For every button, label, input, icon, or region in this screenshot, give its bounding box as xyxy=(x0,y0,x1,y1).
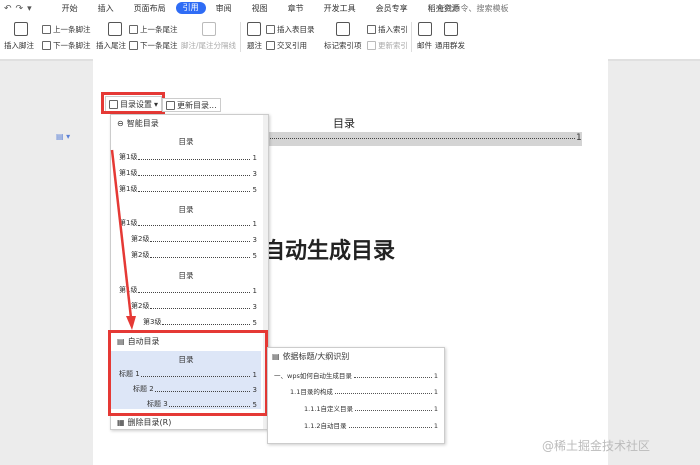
caption-button[interactable]: 题注 xyxy=(247,40,262,51)
quick-access-toolbar: ↶ ↷ ▾ xyxy=(0,4,32,14)
dropdown-arrow-icon[interactable]: ▾ xyxy=(27,4,32,14)
caption-icon xyxy=(247,22,261,36)
toc-entry: 第1级 5 xyxy=(119,185,257,194)
paragraph-marker-icon[interactable]: ▤ ▾ xyxy=(56,132,70,141)
smart-toc-section: ⊖ 智能目录 xyxy=(117,119,159,128)
separator-line-icon xyxy=(202,22,216,36)
mail-button[interactable]: 邮件 xyxy=(417,40,432,51)
redo-icon[interactable]: ↷ xyxy=(16,4,24,14)
document-main-title: 自动生成目录 xyxy=(263,238,396,264)
update-toc-button[interactable]: 更新目录... xyxy=(162,98,221,112)
smart-toc-style-2[interactable]: 目录 第1级 1 第2级 3 第2级 5 xyxy=(111,201,261,269)
tab-member[interactable]: 会员专享 xyxy=(366,0,418,17)
watermark: @稀土掘金技术社区 xyxy=(542,439,651,453)
delete-toc-icon: ▦ xyxy=(117,418,125,427)
popup-header: ▤ 依据标题/大纲识别 xyxy=(272,352,350,361)
mail-icon xyxy=(418,22,432,36)
tab-view[interactable]: 视图 xyxy=(242,0,278,17)
insert-table-of-figures-button[interactable]: 插入表目录 xyxy=(266,24,315,35)
insert-endnote-icon xyxy=(108,22,122,36)
toc-style-title: 目录 xyxy=(178,205,194,214)
insert-footnote-icon xyxy=(14,22,28,36)
toc-style-title: 目录 xyxy=(178,271,194,280)
preview-entry: 1.1.1自定义目录 1 xyxy=(304,405,438,413)
highlight-box-auto-toc xyxy=(108,330,268,416)
search-icon: ⌕ xyxy=(429,3,434,13)
table-of-figures-icon xyxy=(266,25,275,34)
prev-endnote-icon xyxy=(129,25,138,34)
prev-footnote-icon xyxy=(42,25,51,34)
undo-icon[interactable]: ↶ xyxy=(4,4,12,14)
cross-reference-icon xyxy=(266,41,275,50)
toc-page-number: 1 xyxy=(576,133,582,143)
preview-entry: 1.1目录的构成 1 xyxy=(290,388,438,396)
ribbon-toolbar: 插入脚注 上一条脚注 下一条脚注 插入尾注 上一条尾注 下一条尾注 脚注/尾注分… xyxy=(0,17,700,60)
insert-footnote-button[interactable]: 插入脚注 xyxy=(4,40,34,51)
ribbon-separator xyxy=(240,22,241,52)
smart-toc-icon: ⊖ xyxy=(117,119,124,128)
next-footnote-button[interactable]: 下一条脚注 xyxy=(42,40,91,51)
toc-entry: 第1级 3 xyxy=(119,169,257,178)
toc-style-title: 目录 xyxy=(178,137,194,146)
delete-toc-item[interactable]: ▦ 删除目录(R) xyxy=(117,417,171,428)
tab-insert[interactable]: 插入 xyxy=(88,0,124,17)
update-index-button[interactable]: 更新索引 xyxy=(367,40,408,51)
toc-entry: 第1级 1 xyxy=(119,286,257,295)
tab-section[interactable]: 章节 xyxy=(278,0,314,17)
tab-review[interactable]: 审阅 xyxy=(206,0,242,17)
toc-entry: 第1级 1 xyxy=(119,219,257,228)
toc-entry: 第1级 1 xyxy=(119,153,257,162)
ribbon-separator xyxy=(411,22,412,52)
next-endnote-icon xyxy=(129,41,138,50)
cross-reference-button[interactable]: 交叉引用 xyxy=(266,40,307,51)
insert-index-icon xyxy=(367,25,376,34)
smart-toc-style-3[interactable]: 目录 第1级 1 第2级 3 第3级 5 xyxy=(111,268,261,336)
insert-index-button[interactable]: 插入索引 xyxy=(367,24,408,35)
tab-developer[interactable]: 开发工具 xyxy=(314,0,366,17)
send-document-icon xyxy=(444,22,458,36)
search-box[interactable]: ⌕ 查找命令、搜索模板 xyxy=(429,3,508,14)
toc-leader-line xyxy=(260,138,575,139)
separator-line-button[interactable]: 脚注/尾注分隔线 xyxy=(181,40,236,51)
ribbon-tabs: 开始 插入 页面布局 引用 审阅 视图 章节 开发工具 会员专享 稻壳资源 xyxy=(52,0,470,17)
toc-entry: 第2级 5 xyxy=(131,251,257,260)
tab-page-layout[interactable]: 页面布局 xyxy=(124,0,176,17)
insert-endnote-button[interactable]: 插入尾注 xyxy=(96,40,126,51)
search-placeholder: 查找命令、搜索模板 xyxy=(436,4,509,13)
preview-entry: 一、wps如何自动生成目录 1 xyxy=(274,372,438,380)
smart-toc-style-1[interactable]: 目录 第1级 1 第1级 3 第1级 5 xyxy=(111,132,261,200)
outline-icon: ▤ xyxy=(272,352,280,361)
toc-preview-popup: ▤ 依据标题/大纲识别 一、wps如何自动生成目录 1 1.1目录的构成 1 1.1… xyxy=(267,347,445,444)
mark-index-entry-icon xyxy=(336,22,350,36)
update-toc-icon xyxy=(166,100,175,110)
menu-bar: ↶ ↷ ▾ 开始 插入 页面布局 引用 审阅 视图 章节 开发工具 会员专享 稻… xyxy=(0,0,700,17)
toc-entry: 第2级 3 xyxy=(131,302,257,311)
toc-entry: 第3级 5 xyxy=(143,318,257,327)
prev-endnote-button[interactable]: 上一条尾注 xyxy=(129,24,178,35)
send-document-button[interactable]: 通用群发 xyxy=(435,40,465,51)
next-footnote-icon xyxy=(42,41,51,50)
preview-entry: 1.1.2自动目录 1 xyxy=(304,422,438,430)
update-index-icon xyxy=(367,41,376,50)
toc-heading: 目录 xyxy=(333,117,355,130)
highlight-box-toc-settings xyxy=(101,92,165,114)
prev-footnote-button[interactable]: 上一条脚注 xyxy=(42,24,91,35)
toc-entry: 第2级 3 xyxy=(131,235,257,244)
mark-index-entry-button[interactable]: 标记索引项 xyxy=(324,40,362,51)
tab-references[interactable]: 引用 xyxy=(175,2,206,14)
next-endnote-button[interactable]: 下一条尾注 xyxy=(129,40,178,51)
tab-home[interactable]: 开始 xyxy=(52,0,88,17)
